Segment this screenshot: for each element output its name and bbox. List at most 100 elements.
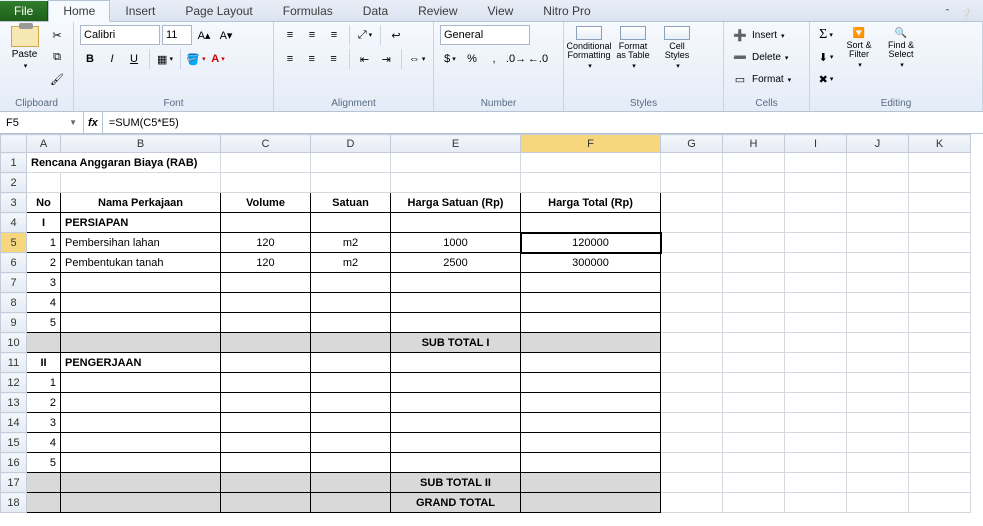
cell-C5[interactable]: 120 (221, 233, 311, 253)
cell-A9[interactable]: 5 (27, 313, 61, 333)
row-header-4[interactable]: 4 (1, 213, 27, 233)
cell-F5[interactable]: 120000 (521, 233, 661, 253)
clear-button[interactable]: ✖ (816, 69, 836, 89)
cell-B6[interactable]: Pembentukan tanah (61, 253, 221, 273)
font-color-button[interactable]: A (208, 49, 228, 69)
tab-nitro-pro[interactable]: Nitro Pro (528, 0, 605, 21)
format-cells-icon[interactable]: ▭ (730, 69, 750, 89)
select-all-button[interactable] (1, 135, 27, 153)
row-header-8[interactable]: 8 (1, 293, 27, 313)
row-header-14[interactable]: 14 (1, 413, 27, 433)
row-header-17[interactable]: 17 (1, 473, 27, 493)
cell-B5[interactable]: Pembersihan lahan (61, 233, 221, 253)
cell-E5[interactable]: 1000 (391, 233, 521, 253)
italic-button[interactable]: I (102, 49, 122, 69)
decrease-indent-icon[interactable]: ⇤ (355, 49, 375, 69)
cell-A3[interactable]: No (27, 193, 61, 213)
decrease-decimal-icon[interactable]: ←.0 (528, 49, 548, 69)
cell-A15[interactable]: 4 (27, 433, 61, 453)
conditional-formatting-button[interactable]: Conditional Formatting (570, 25, 608, 71)
cell-E17[interactable]: SUB TOTAL II (391, 473, 521, 493)
border-button[interactable]: ▦ (155, 49, 175, 69)
cell-A8[interactable]: 4 (27, 293, 61, 313)
shrink-font-icon[interactable]: A▾ (216, 25, 236, 45)
col-header-I[interactable]: I (785, 135, 847, 153)
row-header-11[interactable]: 11 (1, 353, 27, 373)
align-right-icon[interactable]: ≡ (324, 49, 344, 69)
cell-F6[interactable]: 300000 (521, 253, 661, 273)
cell-C6[interactable]: 120 (221, 253, 311, 273)
row-header-18[interactable]: 18 (1, 493, 27, 513)
tab-data[interactable]: Data (348, 0, 403, 21)
copy-icon[interactable]: ⧉ (47, 47, 67, 67)
find-select-button[interactable]: 🔍 Find & Select (882, 25, 920, 71)
cell-D6[interactable]: m2 (311, 253, 391, 273)
underline-button[interactable]: U (124, 49, 144, 69)
cell-F1[interactable] (521, 153, 661, 173)
format-dropdown[interactable] (786, 73, 792, 85)
row-header-6[interactable]: 6 (1, 253, 27, 273)
formula-input[interactable]: =SUM(C5*E5) (103, 112, 983, 133)
row-header-3[interactable]: 3 (1, 193, 27, 213)
tab-formulas[interactable]: Formulas (268, 0, 348, 21)
tab-view[interactable]: View (473, 0, 529, 21)
cell-E1[interactable] (391, 153, 521, 173)
cell-A12[interactable]: 1 (27, 373, 61, 393)
delete-dropdown[interactable] (783, 51, 789, 63)
row-header-9[interactable]: 9 (1, 313, 27, 333)
comma-format-icon[interactable]: , (484, 49, 504, 69)
wrap-text-icon[interactable]: ↩ (386, 25, 406, 45)
name-box-dropdown-icon[interactable]: ▼ (69, 118, 77, 127)
col-header-C[interactable]: C (221, 135, 311, 153)
row-header-1[interactable]: 1 (1, 153, 27, 173)
col-header-A[interactable]: A (27, 135, 61, 153)
cell-B11[interactable]: PENGERJAAN (61, 353, 221, 373)
row-header-10[interactable]: 10 (1, 333, 27, 353)
cell-F3[interactable]: Harga Total (Rp) (521, 193, 661, 213)
cell-E10[interactable]: SUB TOTAL I (391, 333, 521, 353)
insert-dropdown[interactable] (779, 29, 785, 41)
col-header-K[interactable]: K (909, 135, 971, 153)
number-format-select[interactable] (440, 25, 530, 45)
cell-A13[interactable]: 2 (27, 393, 61, 413)
paste-button[interactable]: Paste (6, 25, 43, 71)
align-middle-icon[interactable]: ≡ (302, 25, 322, 45)
accounting-format-icon[interactable]: $ (440, 49, 460, 69)
cell-A4[interactable]: I (27, 213, 61, 233)
row-header-7[interactable]: 7 (1, 273, 27, 293)
merge-center-icon[interactable]: ⇔ (407, 49, 427, 69)
fx-icon[interactable]: fx (88, 117, 98, 129)
cell-D3[interactable]: Satuan (311, 193, 391, 213)
row-header-5[interactable]: 5 (1, 233, 27, 253)
col-header-F[interactable]: F (521, 135, 661, 153)
col-header-G[interactable]: G (661, 135, 723, 153)
tab-insert[interactable]: Insert (110, 0, 170, 21)
cell-E6[interactable]: 2500 (391, 253, 521, 273)
increase-decimal-icon[interactable]: .0→ (506, 49, 526, 69)
cell-B4[interactable]: PERSIAPAN (61, 213, 221, 233)
sort-filter-button[interactable]: 🔽 Sort & Filter (840, 25, 878, 71)
cell-C1[interactable] (221, 153, 311, 173)
fill-color-button[interactable]: 🪣 (186, 49, 206, 69)
file-tab[interactable]: File (0, 1, 48, 21)
col-header-D[interactable]: D (311, 135, 391, 153)
help-icon[interactable]: ❔ (959, 8, 973, 21)
font-name-select[interactable] (80, 25, 160, 45)
insert-cells-icon[interactable]: ➕ (730, 25, 750, 45)
ribbon-minimize-icon[interactable]: ˆ (946, 8, 950, 21)
col-header-H[interactable]: H (723, 135, 785, 153)
cell-A16[interactable]: 5 (27, 453, 61, 473)
cell-A14[interactable]: 3 (27, 413, 61, 433)
cell-E3[interactable]: Harga Satuan (Rp) (391, 193, 521, 213)
increase-indent-icon[interactable]: ⇥ (376, 49, 396, 69)
autosum-button[interactable]: Σ (816, 25, 836, 45)
align-left-icon[interactable]: ≡ (280, 49, 300, 69)
tab-home[interactable]: Home (48, 0, 110, 22)
tab-review[interactable]: Review (403, 0, 472, 21)
col-header-E[interactable]: E (391, 135, 521, 153)
col-header-J[interactable]: J (847, 135, 909, 153)
format-as-table-button[interactable]: Format as Table (614, 25, 652, 71)
col-header-B[interactable]: B (61, 135, 221, 153)
format-painter-icon[interactable]: 🖌 (47, 69, 67, 89)
font-size-select[interactable] (162, 25, 192, 45)
